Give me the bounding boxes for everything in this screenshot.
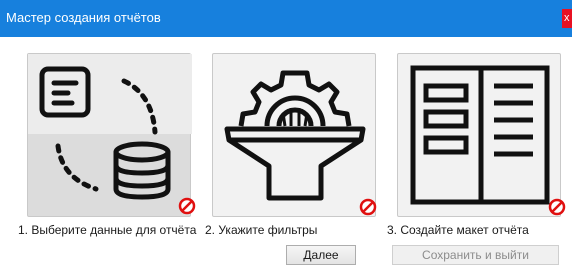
next-button[interactable]: Далее bbox=[286, 245, 356, 265]
data-source-icon bbox=[28, 54, 192, 200]
step-1-label: 1. Выберите данные для отчёта bbox=[18, 223, 197, 237]
not-allowed-icon bbox=[178, 197, 196, 215]
step-3-label: 3. Создайте макет отчёта bbox=[387, 223, 529, 237]
close-button[interactable]: x bbox=[562, 9, 572, 28]
step-2-label: 2. Укажите фильтры bbox=[205, 223, 318, 237]
step-card-layout[interactable] bbox=[397, 53, 566, 217]
step-card-data[interactable] bbox=[27, 53, 196, 217]
not-allowed-icon bbox=[548, 198, 566, 216]
report-layout-icon bbox=[410, 65, 550, 205]
filter-icon bbox=[224, 70, 366, 201]
title-bar: Мастер создания отчётов x bbox=[0, 0, 572, 37]
window-title: Мастер создания отчётов bbox=[6, 10, 161, 25]
step-card-filters[interactable] bbox=[212, 53, 377, 217]
not-allowed-icon bbox=[359, 198, 377, 216]
save-and-exit-button[interactable]: Сохранить и выйти bbox=[392, 245, 559, 265]
